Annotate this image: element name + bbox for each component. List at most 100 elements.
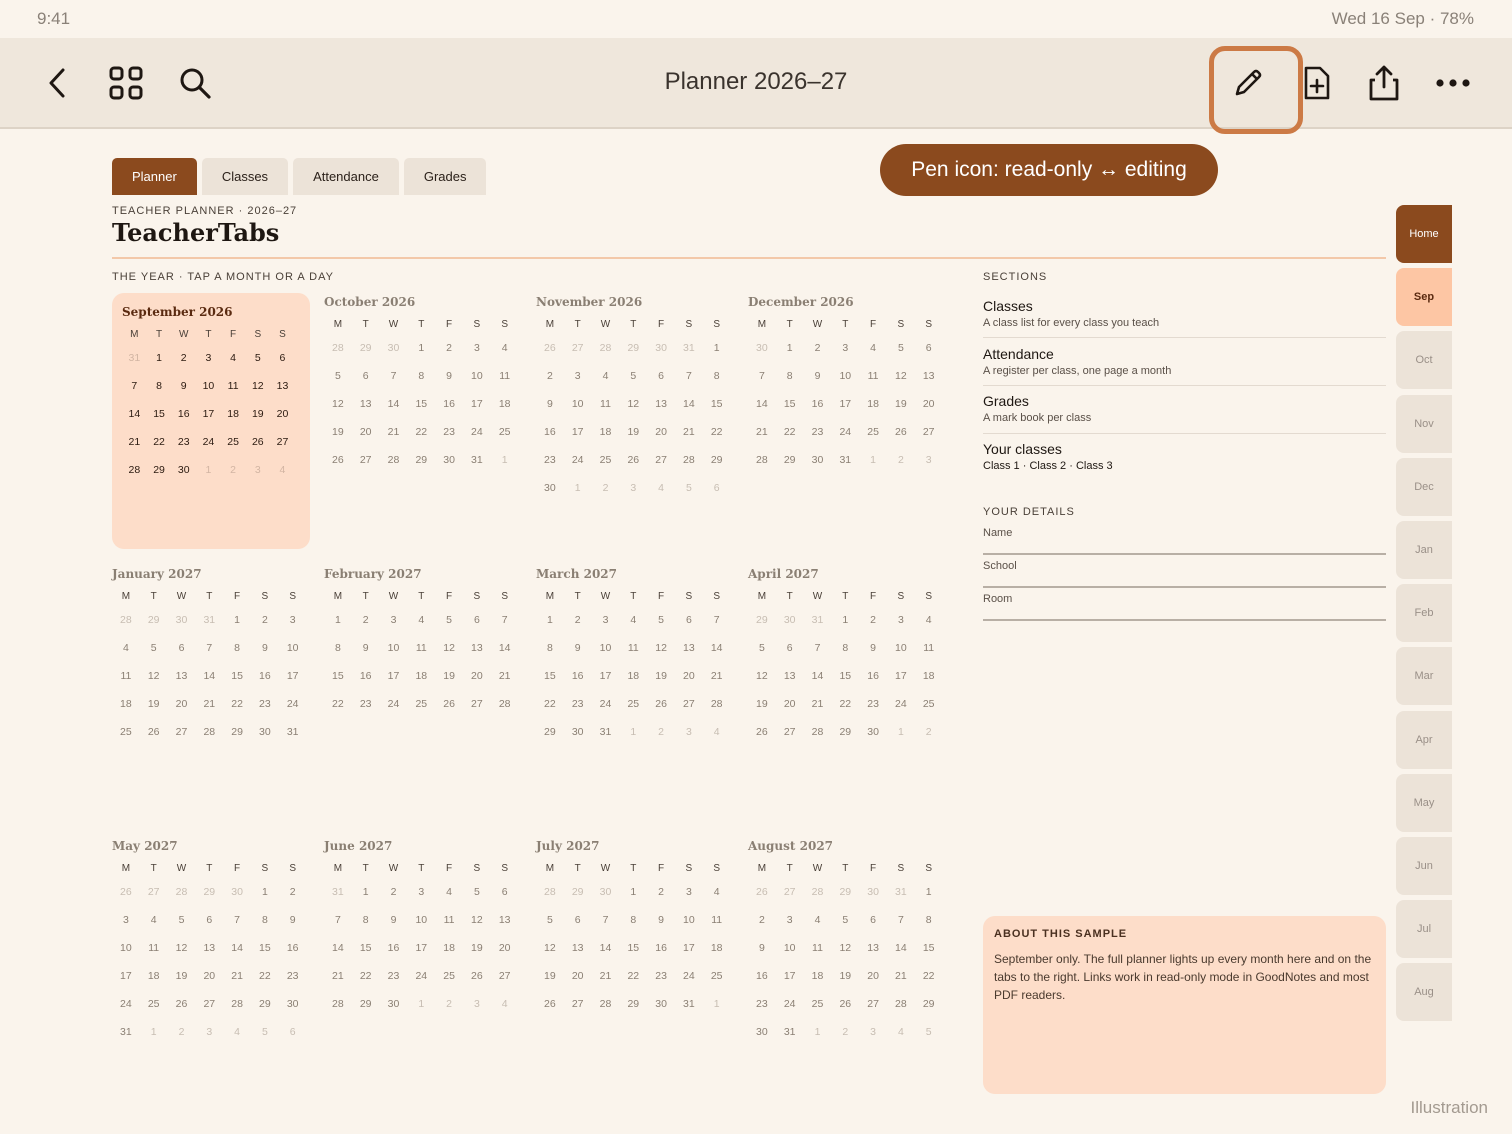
calendar-day[interactable]: 27: [463, 695, 491, 723]
calendar-day[interactable]: 1: [915, 883, 943, 911]
calendar-day[interactable]: 5: [675, 479, 703, 507]
calendar-day[interactable]: 29: [195, 883, 223, 911]
calendar-day[interactable]: 14: [195, 667, 223, 695]
calendar-day[interactable]: 29: [147, 461, 172, 489]
calendar-day[interactable]: 2: [592, 479, 620, 507]
calendar-day[interactable]: 16: [279, 939, 307, 967]
calendar-day[interactable]: 26: [435, 695, 463, 723]
calendar-day[interactable]: 22: [831, 695, 859, 723]
calendar-day[interactable]: 22: [251, 967, 279, 995]
calendar-day[interactable]: 31: [122, 349, 147, 377]
calendar-day[interactable]: 15: [251, 939, 279, 967]
calendar-day[interactable]: 31: [592, 723, 620, 751]
calendar-day[interactable]: 13: [647, 395, 675, 423]
calendar-day[interactable]: 24: [407, 967, 435, 995]
calendar-day[interactable]: 29: [536, 723, 564, 751]
calendar-day[interactable]: 10: [564, 395, 592, 423]
calendar-day[interactable]: 3: [776, 911, 804, 939]
calendar-day[interactable]: 22: [352, 967, 380, 995]
calendar-day[interactable]: 18: [407, 667, 435, 695]
calendar-day[interactable]: 6: [675, 611, 703, 639]
calendar-day[interactable]: 12: [536, 939, 564, 967]
calendar-day[interactable]: 1: [491, 451, 519, 479]
calendar-day[interactable]: 7: [592, 911, 620, 939]
calendar-day[interactable]: 27: [859, 995, 887, 1023]
calendar-day[interactable]: 17: [380, 667, 408, 695]
calendar-day[interactable]: 13: [491, 911, 519, 939]
calendar-day[interactable]: 18: [140, 967, 168, 995]
calendar-day[interactable]: 15: [407, 395, 435, 423]
calendar-day[interactable]: 9: [564, 639, 592, 667]
calendar-day[interactable]: 7: [380, 367, 408, 395]
calendar-day[interactable]: 12: [647, 639, 675, 667]
calendar-day[interactable]: 21: [703, 667, 731, 695]
calendar-day[interactable]: 30: [647, 995, 675, 1023]
calendar-day[interactable]: 5: [887, 339, 915, 367]
calendar-day[interactable]: 19: [324, 423, 352, 451]
calendar-day[interactable]: 19: [887, 395, 915, 423]
calendar-day[interactable]: 19: [245, 405, 270, 433]
calendar-day[interactable]: 26: [748, 723, 776, 751]
calendar-day[interactable]: 3: [279, 611, 307, 639]
calendar-day[interactable]: 11: [619, 639, 647, 667]
month-8[interactable]: May 2027 M T W T F S S 26 27 28 29 30 1 2 3 4 5 6 7 8 9 10 11 12…: [112, 839, 310, 1051]
month-9[interactable]: June 2027 M T W T F S S 31 1 2 3 4 5 6 7 8 9 10 11 12 13 14 15 1…: [324, 839, 522, 1023]
calendar-day[interactable]: 22: [776, 423, 804, 451]
calendar-day[interactable]: 26: [140, 723, 168, 751]
calendar-day[interactable]: 2: [352, 611, 380, 639]
calendar-day[interactable]: 3: [407, 883, 435, 911]
calendar-day[interactable]: 19: [536, 967, 564, 995]
calendar-day[interactable]: 13: [859, 939, 887, 967]
calendar-day[interactable]: 19: [831, 967, 859, 995]
calendar-day[interactable]: 2: [564, 611, 592, 639]
calendar-day[interactable]: 4: [140, 911, 168, 939]
calendar-day[interactable]: 15: [536, 667, 564, 695]
calendar-day[interactable]: 8: [147, 377, 172, 405]
calendar-day[interactable]: 17: [279, 667, 307, 695]
calendar-day[interactable]: 11: [221, 377, 246, 405]
calendar-day[interactable]: 15: [776, 395, 804, 423]
class-link-3[interactable]: Class 3: [1076, 460, 1113, 472]
calendar-day[interactable]: 20: [352, 423, 380, 451]
calendar-day[interactable]: 31: [463, 451, 491, 479]
calendar-day[interactable]: 6: [352, 367, 380, 395]
calendar-day[interactable]: 28: [887, 995, 915, 1023]
calendar-day[interactable]: 3: [887, 611, 915, 639]
calendar-day[interactable]: 24: [279, 695, 307, 723]
calendar-day[interactable]: 3: [196, 349, 221, 377]
calendar-day[interactable]: 11: [491, 367, 519, 395]
calendar-day[interactable]: 21: [491, 667, 519, 695]
calendar-day[interactable]: 28: [223, 995, 251, 1023]
calendar-day[interactable]: 24: [675, 967, 703, 995]
calendar-day[interactable]: 26: [647, 695, 675, 723]
calendar-day[interactable]: 24: [887, 695, 915, 723]
calendar-day[interactable]: 7: [324, 911, 352, 939]
calendar-day[interactable]: 9: [748, 939, 776, 967]
calendar-day[interactable]: 20: [491, 939, 519, 967]
calendar-day[interactable]: 14: [703, 639, 731, 667]
calendar-day[interactable]: 8: [407, 367, 435, 395]
school-field[interactable]: School: [983, 560, 1386, 588]
month-0[interactable]: September 2026 M T W T F S S 31 1 2 3 4 5 6 7 8 9 10 11 12 13…: [112, 293, 310, 549]
calendar-day[interactable]: 31: [195, 611, 223, 639]
calendar-day[interactable]: 21: [223, 967, 251, 995]
side-tab-jul[interactable]: Jul: [1396, 900, 1452, 959]
calendar-day[interactable]: 1: [147, 349, 172, 377]
calendar-day[interactable]: 5: [168, 911, 196, 939]
calendar-day[interactable]: 30: [564, 723, 592, 751]
tab-planner[interactable]: Planner: [112, 158, 197, 195]
calendar-day[interactable]: 12: [245, 377, 270, 405]
calendar-day[interactable]: 16: [171, 405, 196, 433]
calendar-day[interactable]: 3: [564, 367, 592, 395]
calendar-day[interactable]: 27: [915, 423, 943, 451]
calendar-day[interactable]: 6: [776, 639, 804, 667]
side-tab-mar[interactable]: Mar: [1396, 647, 1452, 706]
calendar-day[interactable]: 23: [171, 433, 196, 461]
calendar-day[interactable]: 17: [112, 967, 140, 995]
calendar-day[interactable]: 20: [647, 423, 675, 451]
calendar-day[interactable]: 21: [380, 423, 408, 451]
month-6[interactable]: March 2027 M T W T F S S 1 2 3 4 5 6 7 8 9 10 11 12 13 14 15 16…: [536, 567, 734, 751]
calendar-day[interactable]: 17: [887, 667, 915, 695]
calendar-day[interactable]: 12: [619, 395, 647, 423]
calendar-day[interactable]: 23: [804, 423, 832, 451]
